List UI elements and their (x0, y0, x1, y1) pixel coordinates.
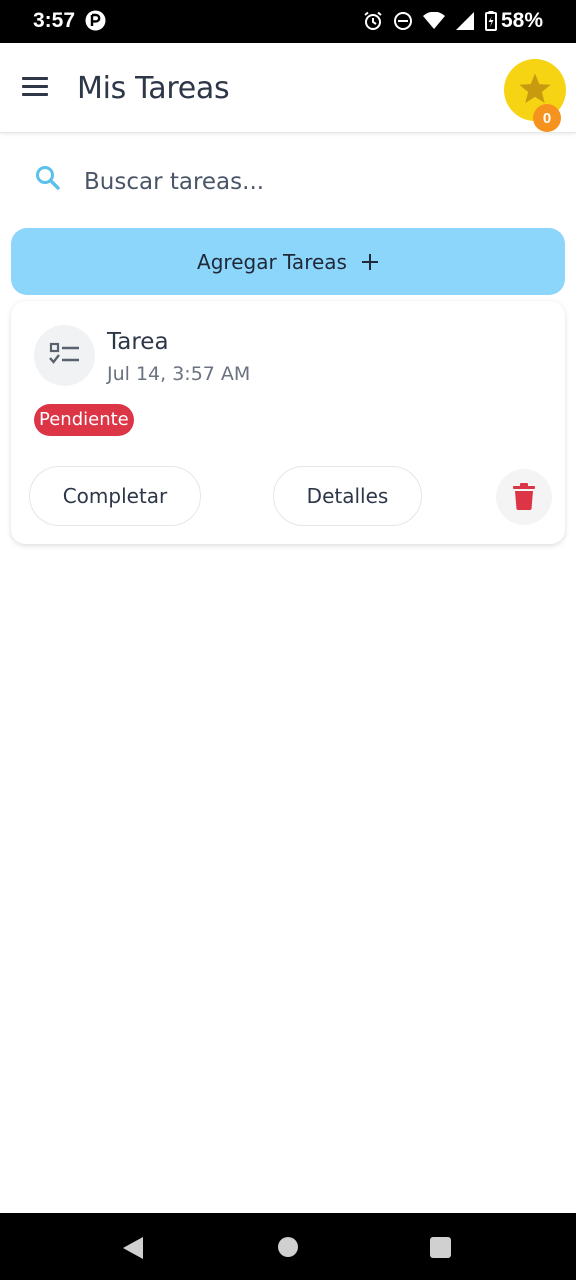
search-icon (36, 166, 60, 190)
status-bar: 3:57 58% (0, 0, 576, 43)
app-notification-icon (85, 10, 106, 31)
back-icon[interactable] (122, 1236, 144, 1260)
recent-apps-icon[interactable] (430, 1237, 451, 1258)
task-date: Jul 14, 3:57 AM (107, 363, 251, 385)
task-icon-container (34, 325, 95, 386)
checklist-icon (49, 342, 79, 364)
add-task-button[interactable]: Agregar Tareas (11, 228, 565, 295)
trash-icon (513, 483, 535, 510)
wifi-icon (422, 12, 445, 29)
complete-button[interactable]: Completar (29, 466, 201, 526)
page-title: Mis Tareas (77, 71, 230, 106)
task-card: Tarea Jul 14, 3:57 AM Pendiente Completa… (11, 301, 565, 544)
task-title: Tarea (107, 329, 169, 355)
star-count-badge: 0 (533, 104, 561, 132)
search-input[interactable] (84, 164, 524, 200)
search-bar (0, 150, 576, 216)
status-time: 3:57 (33, 9, 76, 32)
battery-charging-icon (484, 11, 497, 31)
alarm-icon (364, 11, 382, 30)
delete-button[interactable] (496, 469, 552, 525)
app-bar: Mis Tareas 0 (0, 43, 576, 133)
plus-icon (361, 253, 378, 270)
battery-percentage: 58% (500, 9, 543, 32)
add-task-label: Agregar Tareas (197, 249, 347, 274)
home-icon[interactable] (278, 1237, 298, 1257)
do-not-disturb-icon (393, 12, 412, 30)
hamburger-menu-icon[interactable] (22, 77, 48, 97)
details-button[interactable]: Detalles (273, 466, 422, 526)
signal-icon (455, 12, 474, 30)
system-nav-bar (0, 1213, 576, 1280)
status-badge: Pendiente (34, 404, 134, 436)
star-icon (519, 73, 551, 104)
